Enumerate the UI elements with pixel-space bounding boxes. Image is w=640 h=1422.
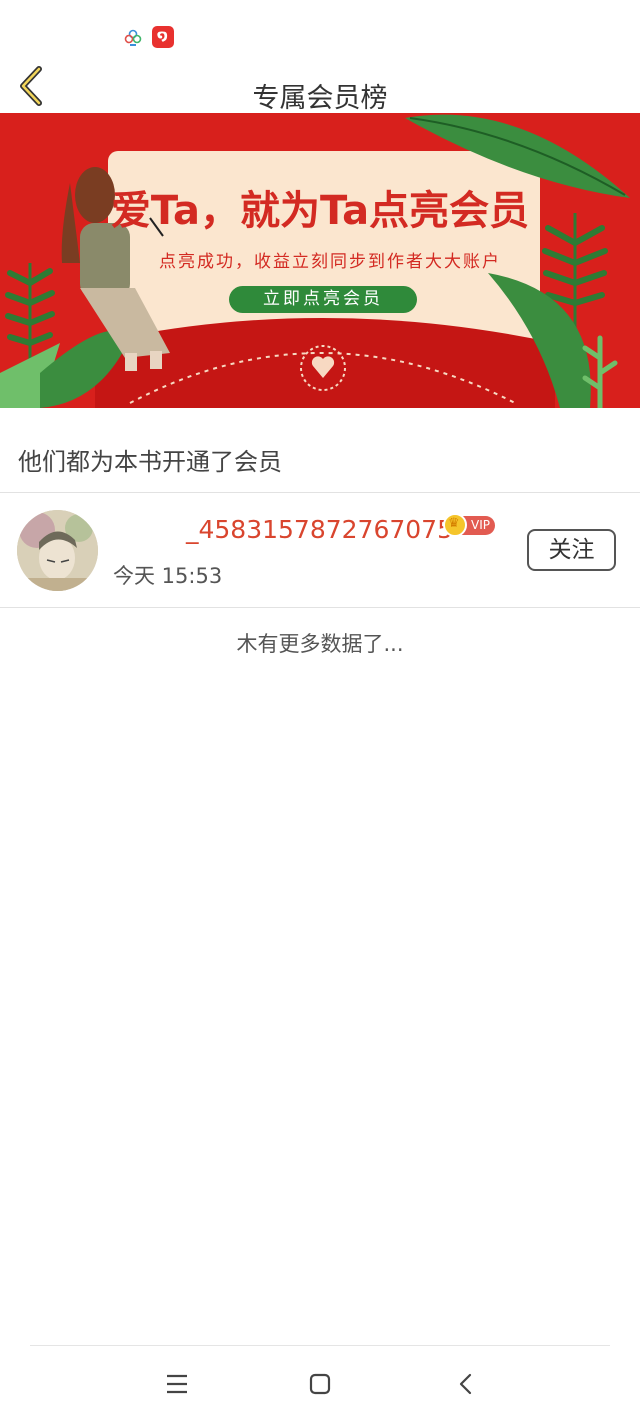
system-nav-bar	[0, 1345, 640, 1422]
avatar[interactable]	[17, 510, 98, 591]
member-username[interactable]: _4583157872767075	[186, 515, 453, 544]
member-timestamp: 今天 15:53	[113, 564, 223, 588]
netease-music-icon: ໑	[152, 26, 174, 48]
clover-app-icon	[124, 29, 142, 46]
nav-divider	[30, 1345, 610, 1346]
list-item[interactable]: _4583157872767075 VIP ♛ 今天 15:53 关注	[0, 493, 640, 607]
light-up-membership-button[interactable]: 立即点亮会员	[229, 286, 417, 313]
home-square-icon[interactable]	[305, 1371, 335, 1397]
follow-button[interactable]: 关注	[527, 529, 616, 571]
vip-badge: VIP ♛	[443, 513, 495, 537]
banner-headline: 爱Ta，就为Ta点亮会员	[110, 188, 530, 234]
divider	[0, 607, 640, 608]
header: 专属会员榜	[0, 60, 640, 114]
back-arrow-icon[interactable]	[451, 1371, 481, 1397]
no-more-data-label: 木有更多数据了...	[236, 632, 404, 656]
status-bar: ໑	[0, 0, 640, 60]
banner-subtitle: 点亮成功，收益立刻同步到作者大大账户	[159, 252, 501, 272]
promo-banner[interactable]: 爱Ta，就为Ta点亮会员 点亮成功，收益立刻同步到作者大大账户 立即点亮会员	[0, 113, 640, 408]
page-title: 专属会员榜	[252, 83, 388, 114]
section-title: 他们都为本书开通了会员	[18, 448, 282, 476]
crown-icon: ♛	[443, 513, 467, 537]
menu-icon[interactable]	[162, 1371, 192, 1397]
